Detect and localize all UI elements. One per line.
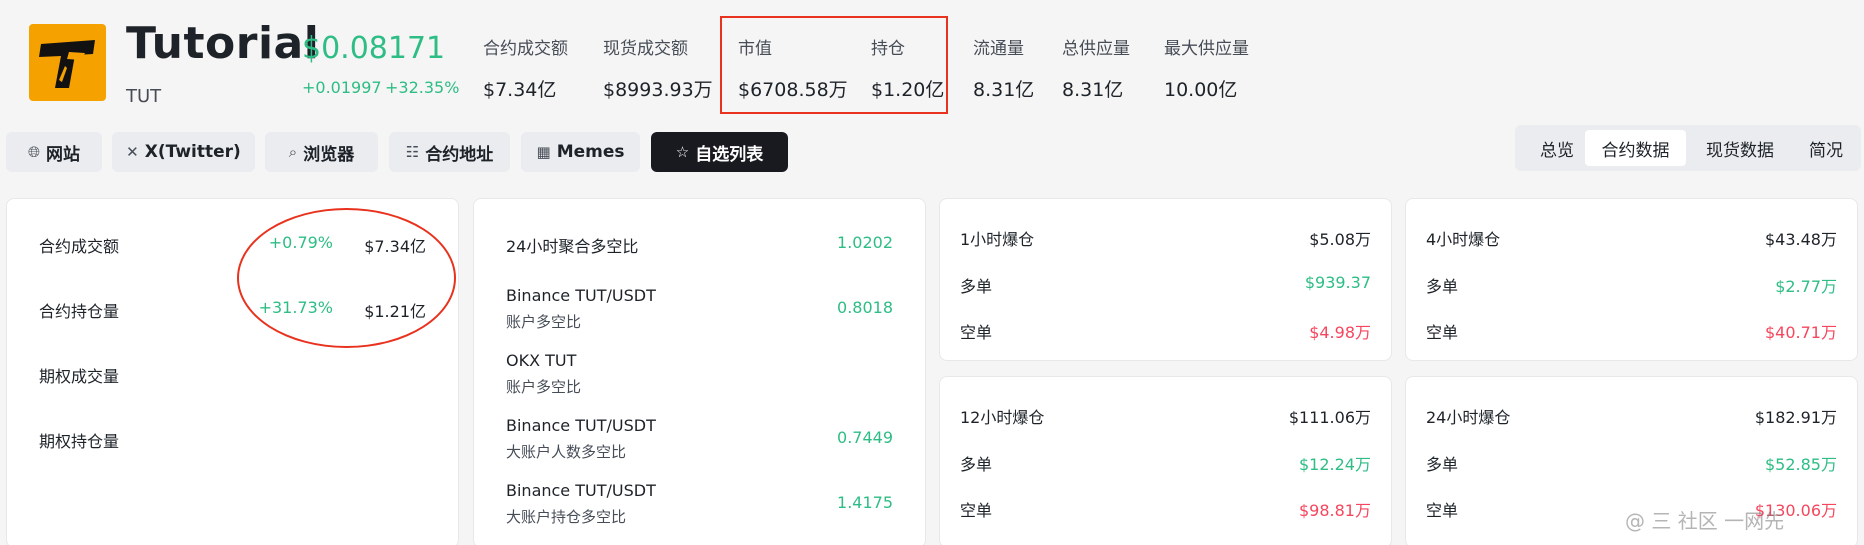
stat-label: 总供应量 (1062, 39, 1130, 59)
explorer-icon: ⌕ (288, 143, 298, 161)
liquidation-card-12h: 12小时爆仓 $111.06万 多单 $12.24万 空单 $98.81万 (939, 376, 1392, 545)
coin-name: Tutorial (126, 18, 320, 69)
explorer-button[interactable]: ⌕ 浏览器 (265, 132, 378, 172)
long-value: $939.37 (1304, 273, 1371, 292)
ratio-value: 0.8018 (837, 298, 893, 317)
liquidation-title: 12小时爆仓 (960, 408, 1045, 427)
stat-label: 流通量 (973, 39, 1024, 59)
coin-header: Tutorial TUT $0.08171 +0.01997 +32.35% 合… (0, 0, 1864, 125)
short-label: 空单 (1426, 323, 1459, 342)
watchlist-label: 自选列表 (695, 144, 764, 165)
open-interest-label: 合约持仓量 (39, 302, 120, 321)
contract-address-label: 合约地址 (425, 144, 494, 165)
ratio-title: Binance TUT/USDT (506, 416, 656, 435)
explorer-label: 浏览器 (303, 144, 355, 165)
long-value: $12.24万 (1299, 455, 1371, 474)
annotation-highlight-box (720, 16, 948, 114)
star-icon: ☆ (675, 143, 690, 161)
tab-profile[interactable]: 简况 (1794, 130, 1858, 166)
document-icon: ☷ (405, 143, 420, 161)
ratio-title: Binance TUT/USDT (506, 481, 656, 500)
coin-logo (29, 24, 106, 101)
website-label: 网站 (46, 144, 80, 165)
short-value: $98.81万 (1299, 501, 1371, 520)
website-button[interactable]: 🌐︎ 网站 (6, 132, 102, 172)
futures-volume-label: 合约成交额 (39, 237, 120, 256)
stat-label: 合约成交额 (483, 39, 568, 59)
short-value: $40.71万 (1765, 323, 1837, 342)
short-label: 空单 (1426, 501, 1459, 520)
ratio-value: 0.7449 (837, 428, 893, 447)
stat-value: 8.31亿 (1062, 79, 1124, 101)
tab-futures-data[interactable]: 合约数据 (1585, 130, 1686, 166)
short-label: 空单 (960, 323, 993, 342)
tut-logo-icon (39, 40, 95, 88)
liquidation-card-4h: 4小时爆仓 $43.48万 多单 $2.77万 空单 $40.71万 (1405, 198, 1858, 361)
tab-spot-data[interactable]: 现货数据 (1689, 130, 1791, 166)
liquidation-card-1h: 1小时爆仓 $5.08万 多单 $939.37 空单 $4.98万 (939, 198, 1392, 361)
globe-icon: 🌐︎ (27, 143, 40, 161)
ratio-value: 1.4175 (837, 493, 893, 512)
liquidation-total: $182.91万 (1754, 408, 1837, 427)
annotation-circle (237, 208, 456, 348)
twitter-button[interactable]: ✕ X(Twitter) (112, 132, 255, 172)
short-label: 空单 (960, 501, 993, 520)
stat-circulating-supply: 流通量 8.31亿 (973, 34, 1034, 102)
ratio-subtitle: 大账户持仓多空比 (506, 508, 627, 526)
liquidation-title: 24小时爆仓 (1426, 408, 1511, 427)
options-open-interest-label: 期权持仓量 (39, 432, 120, 451)
stat-futures-volume: 合约成交额 $7.34亿 (483, 34, 568, 102)
ratio-subtitle: 账户多空比 (506, 313, 582, 331)
long-label: 多单 (960, 455, 993, 474)
stat-value: 10.00亿 (1164, 79, 1238, 101)
stat-value: $7.34亿 (483, 79, 557, 101)
grid-icon: ▦ (536, 143, 551, 161)
stat-label: 最大供应量 (1164, 39, 1249, 59)
long-label: 多单 (1426, 455, 1459, 474)
stat-max-supply: 最大供应量 10.00亿 (1164, 34, 1249, 102)
liquidation-total: $111.06万 (1288, 408, 1371, 427)
price-change-percent: +32.35% (385, 78, 460, 97)
coin-symbol: TUT (126, 86, 162, 107)
liquidation-total: $43.48万 (1765, 230, 1837, 249)
liquidation-title: 4小时爆仓 (1426, 230, 1501, 249)
options-volume-label: 期权成交量 (39, 367, 120, 386)
memes-button[interactable]: ▦ Memes (521, 132, 640, 172)
watermark: @ 三 社区 一网先 (1625, 509, 1785, 533)
price-change-absolute: +0.01997 (302, 78, 382, 97)
short-value: $4.98万 (1309, 323, 1371, 342)
contract-address-button[interactable]: ☷ 合约地址 (389, 132, 510, 172)
x-icon: ✕ (126, 143, 139, 161)
ratio-value: 1.0202 (837, 233, 893, 252)
long-short-ratio-card: 24小时聚合多空比 1.0202 Binance TUT/USDT 账户多空比 … (473, 198, 926, 545)
view-tabs: 总览 合约数据 现货数据 简况 (1515, 125, 1861, 171)
stat-value: 8.31亿 (973, 79, 1035, 101)
coin-price: $0.08171 (302, 31, 446, 66)
stat-value: $8993.93万 (603, 79, 713, 101)
long-value: $2.77万 (1775, 277, 1837, 296)
ratio-subtitle: 大账户人数多空比 (506, 443, 627, 461)
long-label: 多单 (960, 277, 993, 296)
liquidation-total: $5.08万 (1309, 230, 1371, 249)
memes-label: Memes (556, 142, 625, 162)
ratio-title: Binance TUT/USDT (506, 286, 656, 305)
twitter-label: X(Twitter) (144, 142, 241, 162)
stat-total-supply: 总供应量 8.31亿 (1062, 34, 1130, 102)
ratio-title: 24小时聚合多空比 (506, 237, 639, 256)
stat-label: 现货成交额 (603, 39, 688, 59)
liquidation-title: 1小时爆仓 (960, 230, 1035, 249)
stat-spot-volume: 现货成交额 $8993.93万 (603, 34, 713, 102)
long-value: $52.85万 (1765, 455, 1837, 474)
ratio-title: OKX TUT (506, 351, 577, 370)
long-label: 多单 (1426, 277, 1459, 296)
ratio-subtitle: 账户多空比 (506, 378, 582, 396)
tab-overview[interactable]: 总览 (1523, 130, 1591, 166)
watchlist-button[interactable]: ☆ 自选列表 (651, 132, 788, 172)
